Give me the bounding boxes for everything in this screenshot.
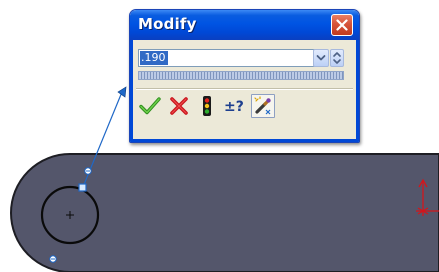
spin-arrows-icon (333, 52, 341, 64)
dialog-body: .190 ±? (130, 40, 359, 142)
endpoint-marker-bottom[interactable] (49, 255, 57, 263)
dialog-title: Modify (138, 15, 197, 33)
toolbar-separator (136, 88, 353, 90)
reverse-sense-button[interactable]: ±? (222, 94, 246, 118)
chevron-down-icon (316, 55, 326, 61)
endpoint-marker-top[interactable] (84, 167, 92, 175)
thumbwheel-slider[interactable] (138, 71, 344, 80)
title-bar[interactable]: Modify (130, 10, 359, 40)
value-input[interactable]: .190 (138, 49, 320, 67)
value-selection[interactable]: .190 (140, 51, 168, 65)
dimension-grip-square[interactable] (78, 183, 87, 192)
cancel-button[interactable] (167, 94, 191, 118)
rebuild-button[interactable] (195, 94, 219, 118)
svg-text:±?: ±? (224, 99, 244, 115)
close-icon (336, 19, 348, 31)
ok-button[interactable] (138, 94, 162, 118)
value-spin-button[interactable] (330, 49, 344, 67)
value-dropdown-button[interactable] (313, 49, 329, 67)
close-button[interactable] (331, 14, 353, 36)
graphics-area[interactable]: Modify .190 ±? (0, 0, 439, 272)
plus-minus-question-icon: ±? (224, 99, 244, 115)
mark-dimension-icon (254, 96, 271, 115)
green-check-icon (139, 97, 161, 115)
traffic-light-icon (203, 96, 211, 116)
red-x-icon (170, 97, 188, 115)
mark-dimension-button[interactable] (251, 94, 275, 118)
part-body[interactable] (10, 153, 439, 272)
leader-arrowhead (117, 86, 127, 98)
modify-dialog[interactable]: Modify .190 ±? (129, 9, 360, 143)
